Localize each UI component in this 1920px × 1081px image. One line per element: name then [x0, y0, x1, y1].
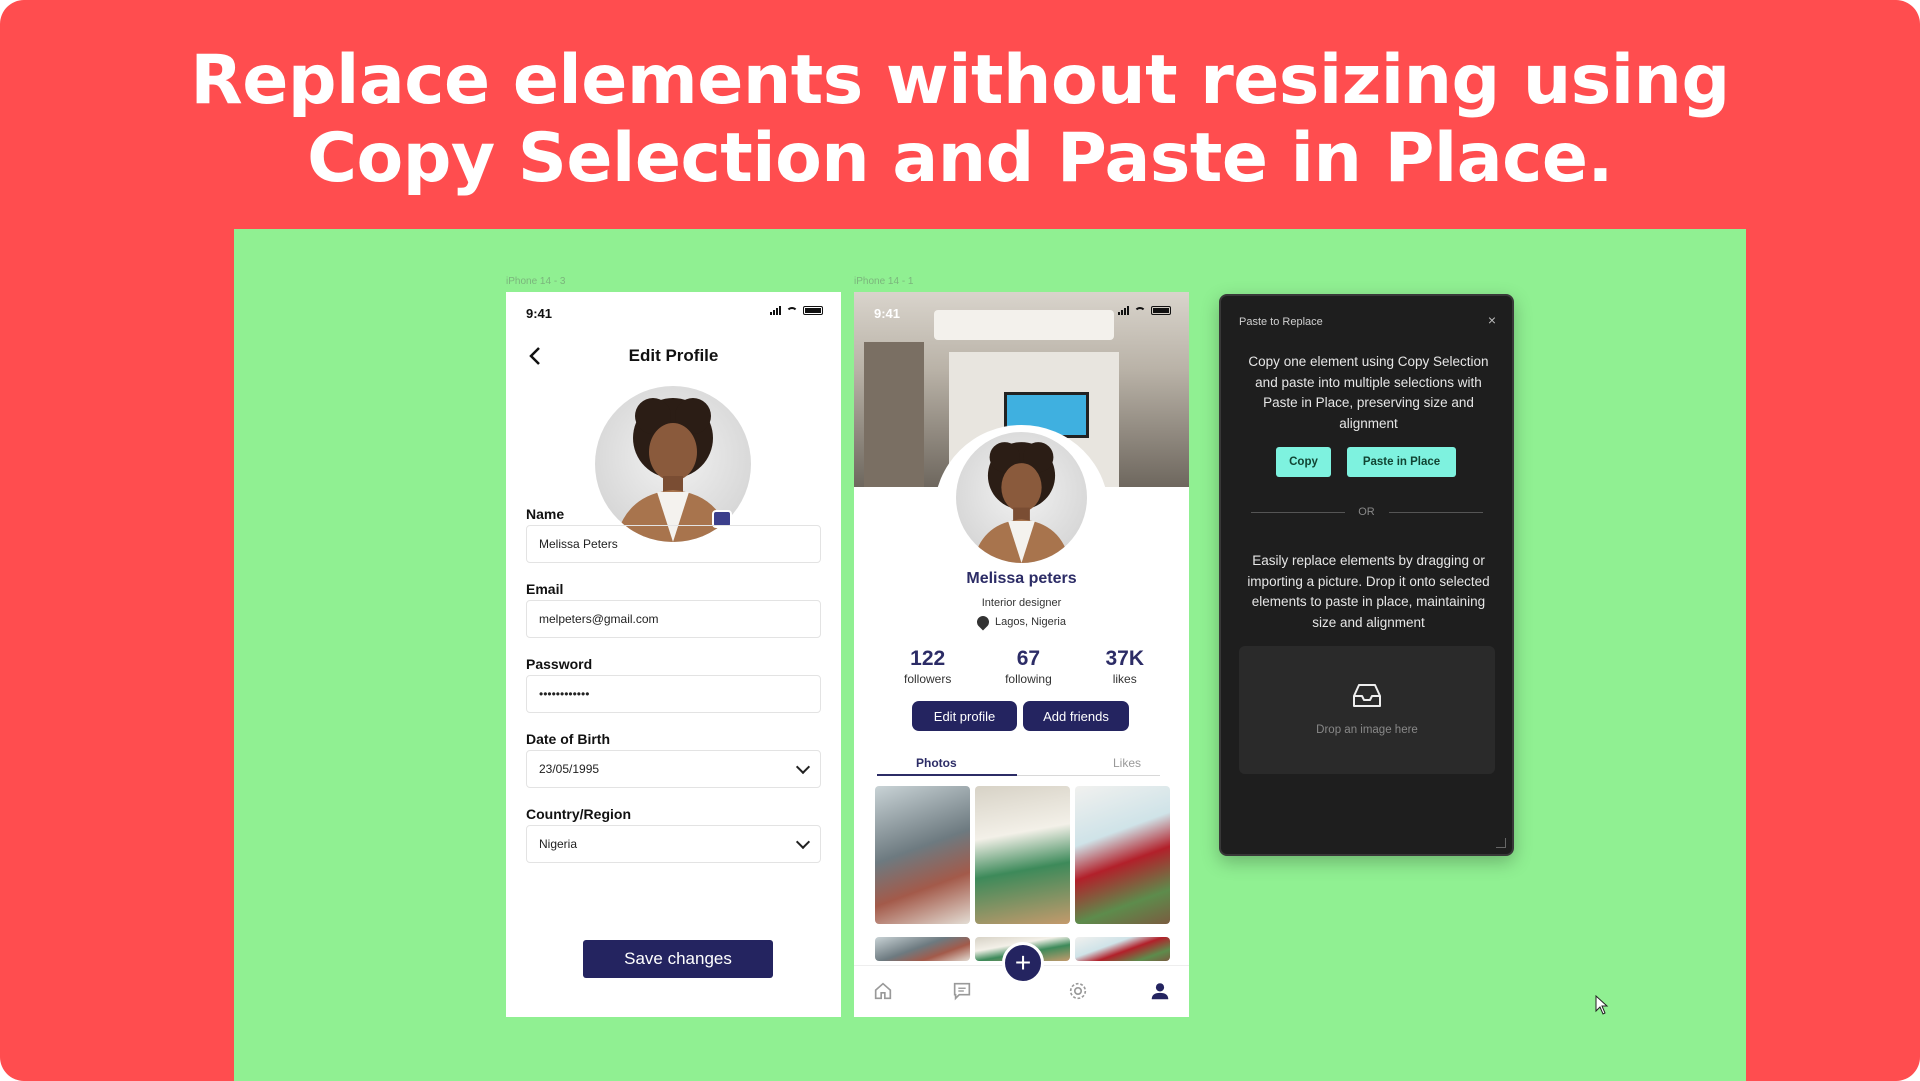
headline: Replace elements without resizing using … — [0, 42, 1920, 198]
tab-photos[interactable]: Photos — [916, 756, 957, 770]
status-icons — [1118, 306, 1171, 315]
profile-frame[interactable]: 9:41 Melissa peters Interior designer La… — [854, 292, 1189, 1017]
profile-user-icon[interactable] — [1149, 980, 1171, 1002]
edit-profile-button[interactable]: Edit profile — [912, 701, 1017, 731]
edit-profile-frame[interactable]: 9:41 Edit Profile Name Melissa Peters Em… — [506, 292, 841, 1017]
status-time: 9:41 — [874, 306, 901, 321]
country-value: Nigeria — [539, 837, 578, 851]
profile-location: Lagos, Nigeria — [854, 613, 1189, 631]
or-divider: OR — [1358, 506, 1375, 518]
resize-handle[interactable] — [1496, 838, 1506, 848]
mouse-cursor-icon — [1595, 995, 1609, 1015]
stat-following: 67 following — [1005, 647, 1052, 686]
password-field[interactable]: •••••••••••• — [526, 675, 821, 713]
dob-select[interactable]: 23/05/1995 — [526, 750, 821, 788]
profile-name: Melissa peters — [966, 570, 1077, 587]
headline-line-2: Copy Selection and Paste in Place. — [307, 119, 1613, 198]
stat-likes: 37K likes — [1105, 647, 1144, 686]
add-post-button[interactable]: + — [1002, 942, 1044, 984]
photo-thumbnail[interactable] — [875, 937, 970, 961]
country-label: Country/Region — [526, 806, 631, 822]
dob-value: 23/05/1995 — [539, 762, 600, 776]
copy-button[interactable]: Copy — [1276, 447, 1331, 477]
page-title: Edit Profile — [628, 346, 719, 365]
battery-icon — [803, 306, 823, 315]
profile-stats: 122 followers 67 following 37K likes — [904, 647, 1144, 686]
avatar[interactable] — [956, 432, 1087, 563]
person-portrait-icon — [972, 442, 1071, 563]
signal-icon — [1118, 306, 1129, 315]
promo-banner: Replace elements without resizing using … — [0, 0, 1920, 1081]
dropzone-label: Drop an image here — [1316, 724, 1418, 736]
panel-description: Copy one element using Copy Selection an… — [1248, 354, 1489, 431]
location-pin-icon — [974, 613, 992, 631]
country-select[interactable]: Nigeria — [526, 825, 821, 863]
paste-in-place-button[interactable]: Paste in Place — [1347, 447, 1456, 477]
password-label: Password — [526, 656, 593, 672]
close-icon[interactable]: × — [1488, 312, 1496, 328]
battery-icon — [1151, 306, 1171, 315]
chevron-down-icon — [795, 834, 811, 849]
name-label: Name — [526, 506, 565, 522]
chevron-down-icon — [795, 759, 811, 774]
profile-role: Interior designer — [981, 597, 1062, 609]
status-icons — [770, 306, 823, 315]
paste-to-replace-panel: Paste to Replace × Copy one element usin… — [1219, 294, 1514, 856]
password-value: •••••••••••• — [539, 687, 590, 701]
wifi-icon — [786, 306, 798, 315]
photo-thumbnail[interactable] — [1075, 786, 1170, 924]
location-text: Lagos, Nigeria — [995, 616, 1066, 628]
frame-label-right[interactable]: iPhone 14 - 1 — [854, 276, 914, 287]
email-label: Email — [526, 581, 564, 597]
add-friends-button[interactable]: Add friends — [1023, 701, 1129, 731]
settings-gear-icon[interactable] — [1067, 980, 1089, 1002]
tab-likes[interactable]: Likes — [1113, 756, 1141, 770]
wifi-icon — [1134, 306, 1146, 315]
photo-thumbnail[interactable] — [1075, 937, 1170, 961]
save-changes-button[interactable]: Save changes — [583, 940, 773, 978]
profile-tabs: Photos Likes — [877, 754, 1160, 776]
frame-label-left[interactable]: iPhone 14 - 3 — [506, 276, 566, 287]
dob-label: Date of Birth — [526, 731, 610, 747]
name-value: Melissa Peters — [539, 537, 618, 551]
inbox-tray-icon — [1353, 684, 1381, 707]
email-value: melpeters@gmail.com — [539, 612, 659, 626]
headline-line-1: Replace elements without resizing using — [190, 41, 1730, 120]
panel-title: Paste to Replace — [1239, 316, 1323, 328]
photo-thumbnail[interactable] — [975, 786, 1070, 924]
messages-icon[interactable] — [951, 980, 973, 1002]
stat-followers: 122 followers — [904, 647, 952, 686]
photo-thumbnail[interactable] — [875, 786, 970, 924]
name-field[interactable]: Melissa Peters — [526, 525, 821, 563]
image-dropzone[interactable]: Drop an image here — [1239, 646, 1495, 774]
email-field[interactable]: melpeters@gmail.com — [526, 600, 821, 638]
status-time: 9:41 — [526, 306, 553, 321]
home-icon[interactable] — [872, 980, 894, 1002]
signal-icon — [770, 306, 781, 315]
panel-description-2: Easily replace elements by dragging or i… — [1247, 553, 1490, 630]
